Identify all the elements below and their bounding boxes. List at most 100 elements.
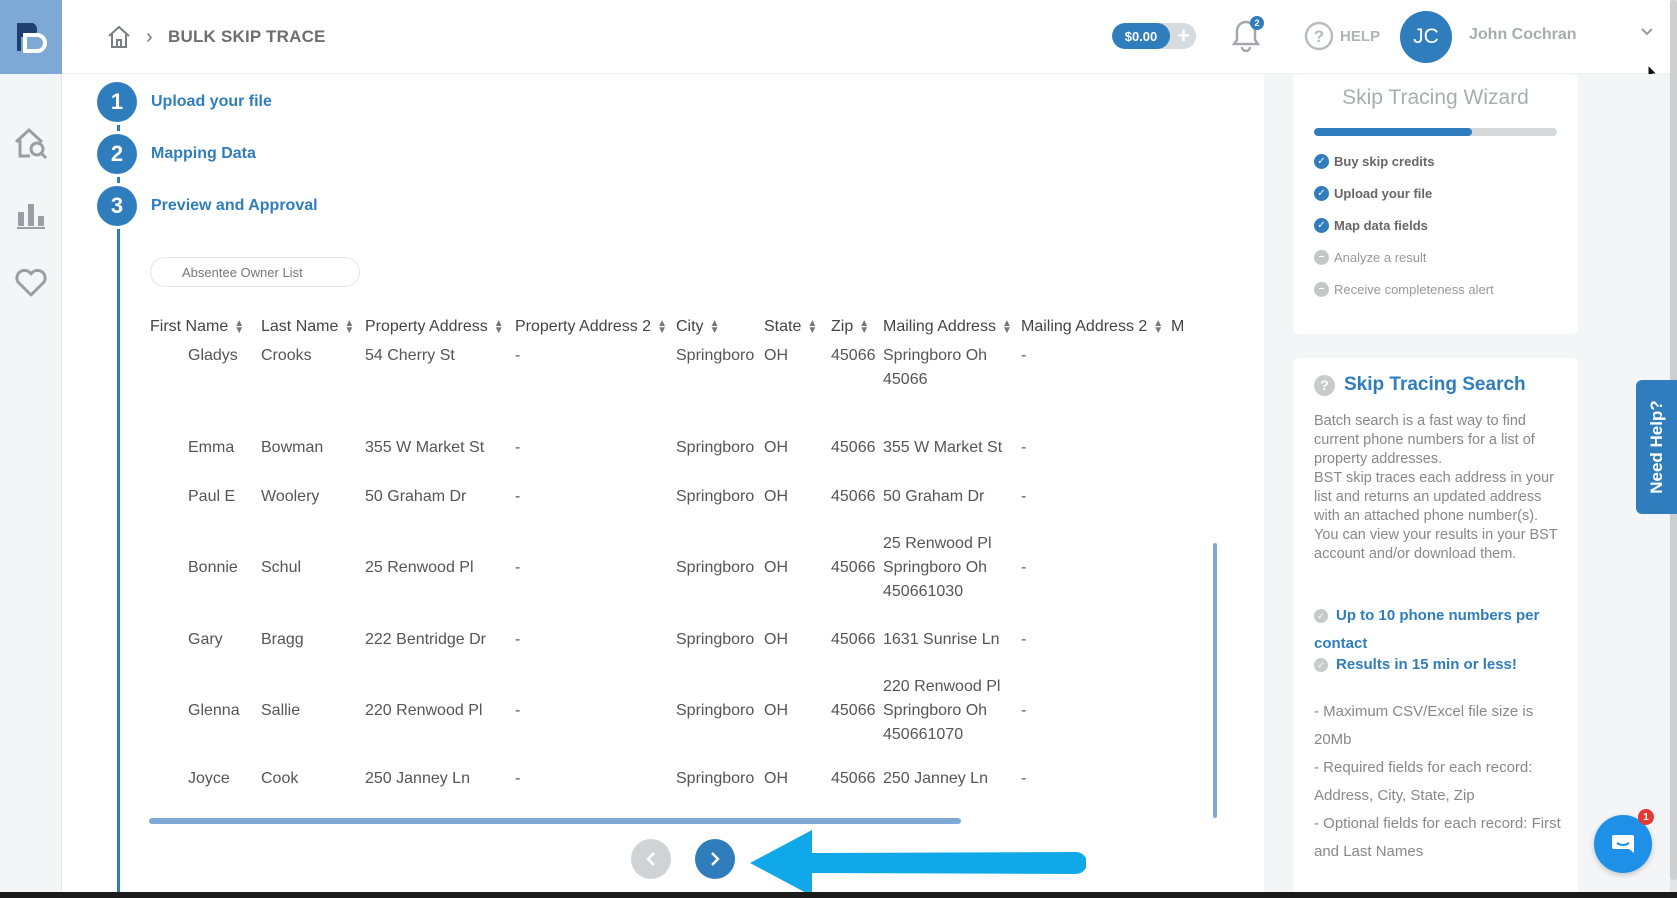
column-header[interactable]: Mailing Address 2 ▲ ▼ (1021, 310, 1171, 344)
cell-line: 250 Janney Ln (883, 770, 988, 787)
feature-label: Results in 15 min or less! (1336, 656, 1517, 673)
column-header-label: State (764, 318, 802, 335)
bar-chart-icon[interactable] (10, 193, 52, 235)
table-cell: Gary (188, 630, 223, 648)
sort-icon[interactable]: ▲ ▼ (657, 318, 667, 335)
sort-icon[interactable]: ▲ ▼ (234, 318, 244, 335)
table-cell (1171, 521, 1218, 615)
table-cell: OH (764, 438, 788, 456)
minus-icon: − (1314, 250, 1329, 265)
left-rail (0, 0, 62, 898)
cell-line: 355 W Market St (883, 438, 1003, 456)
step-upload[interactable]: 1 Upload your file (97, 82, 272, 122)
table-row[interactable]: Glenna Sallie 220 Renwood Pl - Springboro OH 4… (150, 664, 1218, 758)
need-help-tab[interactable]: Need Help? (1636, 380, 1677, 514)
question-icon: ? (1314, 374, 1335, 396)
cell-line: 1631 Sunrise Ln (883, 630, 1000, 648)
table-cell: Springboro Oh 45066 (883, 344, 1021, 423)
previous-button[interactable] (631, 839, 671, 879)
sort-icon[interactable]: ▲ ▼ (859, 318, 869, 335)
table-row[interactable]: Joyce Cook 250 Janney Ln - Springboro OH 45066… (150, 758, 1218, 800)
wizard-progress-fill (1314, 128, 1472, 136)
column-header[interactable]: First Name ▲ ▼ (150, 310, 261, 344)
table-cell (1171, 472, 1218, 521)
preview-table-container[interactable]: First Name ▲ ▼ Last Name ▲ ▼ Property Address ▲… (150, 310, 1218, 818)
cell-line: Springboro Oh (883, 702, 988, 719)
table-cell: Springboro (676, 702, 755, 719)
table-cell: Springboro (676, 770, 755, 787)
step-number: 3 (97, 186, 137, 226)
next-button[interactable] (695, 839, 735, 879)
help-button[interactable]: ? HELP (1304, 20, 1380, 52)
column-header[interactable]: M (1171, 310, 1218, 344)
sort-icon[interactable]: ▲ ▼ (344, 318, 354, 335)
cell-line: 50 Graham Dr (883, 487, 985, 505)
table-row[interactable]: Bonnie Schul 25 Renwood Pl - Springboro OH 450… (150, 521, 1218, 615)
wizard-item: − Analyze a result (1314, 250, 1427, 265)
logo-icon[interactable] (0, 0, 62, 74)
sort-icon[interactable]: ▲ ▼ (494, 318, 504, 335)
chevron-right-icon (711, 852, 720, 866)
wizard-card: Skip Tracing Wizard ✓ Buy skip credits ✓ Up… (1293, 74, 1578, 334)
vertical-scrollbar[interactable] (1213, 543, 1217, 818)
cell-line: 450661030 (883, 583, 964, 600)
chevron-down-icon[interactable] (1640, 24, 1654, 40)
column-header[interactable]: Property Address ▲ ▼ (365, 310, 515, 344)
heart-icon[interactable] (10, 262, 52, 304)
table-cell: 50 Graham Dr (883, 472, 1021, 521)
horizontal-scrollbar[interactable] (149, 818, 961, 824)
balance-button[interactable]: $0.00 + (1112, 23, 1196, 49)
sort-icon[interactable]: ▲ ▼ (807, 318, 817, 335)
column-header[interactable]: City ▲ ▼ (676, 310, 764, 344)
wizard-title: Skip Tracing Wizard (1342, 86, 1529, 109)
svg-text:?: ? (1314, 27, 1324, 46)
sort-icon[interactable]: ▲ ▼ (1002, 318, 1012, 335)
table-cell: Sallie (261, 702, 301, 719)
avatar[interactable]: JC (1400, 11, 1452, 63)
table-cell (1171, 344, 1218, 423)
home-search-icon[interactable] (10, 122, 52, 164)
table-cell: Springboro (676, 438, 755, 456)
feature-label: Up to 10 phone numbers per contact (1314, 607, 1540, 652)
need-help-label: Need Help? (1646, 400, 1666, 494)
check-icon: ✓ (1314, 658, 1328, 673)
table-cell: 54 Cherry St (365, 347, 455, 364)
sort-icon[interactable]: ▲ ▼ (710, 318, 720, 335)
table-row[interactable]: Gary Bragg 222 Bentridge Dr - Springboro OH 45… (150, 615, 1218, 664)
wizard-item-label: Upload your file (1334, 186, 1433, 201)
table-cell: 45066 (831, 559, 876, 576)
pointer-arrow-icon (750, 830, 1086, 896)
chat-badge: 1 (1638, 809, 1654, 825)
description-paragraph: BST skip traces each address in your lis… (1314, 470, 1558, 562)
table-cell: OH (764, 559, 788, 576)
sort-icon[interactable]: ▲ ▼ (1153, 318, 1163, 335)
table-cell: - (1021, 559, 1027, 576)
column-header[interactable]: Zip ▲ ▼ (831, 310, 883, 344)
step-mapping[interactable]: 2 Mapping Data (97, 134, 256, 174)
list-name-input[interactable] (150, 257, 360, 287)
table-cell: Bowman (261, 438, 324, 456)
note-item: - Required fields for each record: Addre… (1314, 759, 1533, 804)
table-cell: 220 Renwood Pl Springboro Oh 450661070 (883, 664, 1021, 758)
table-row[interactable]: Paul E Woolery 50 Graham Dr - Springboro OH 45… (150, 472, 1218, 521)
search-info-card: ? Skip Tracing Search Batch search is a … (1293, 358, 1578, 898)
app: › BULK SKIP TRACE $0.00 + 2 ? HELP JC Jo… (0, 0, 1677, 898)
table-cell: Springboro (676, 630, 755, 648)
column-header[interactable]: Last Name ▲ ▼ (261, 310, 365, 344)
user-name[interactable]: John Cochran (1469, 26, 1577, 44)
table-cell: 355 W Market St (883, 423, 1021, 472)
table-cell: 25 Renwood Pl (365, 559, 474, 576)
table-cell: 45066 (831, 630, 876, 648)
column-header[interactable]: Mailing Address ▲ ▼ (883, 310, 1021, 344)
table-cell: - (515, 487, 521, 505)
home-icon[interactable] (106, 24, 132, 50)
table-cell: Springboro (676, 559, 755, 576)
column-header[interactable]: State ▲ ▼ (764, 310, 831, 344)
table-row[interactable]: Gladys Crooks 54 Cherry St - Springboro OH 450… (150, 344, 1218, 423)
cell-line: 25 Renwood Pl (883, 535, 992, 552)
feature-item: ✓ Results in 15 min or less! (1314, 651, 1564, 679)
table-row[interactable]: Emma Bowman 355 W Market St - Springboro OH 45… (150, 423, 1218, 472)
table-cell (1171, 664, 1218, 758)
step-preview[interactable]: 3 Preview and Approval (97, 186, 318, 226)
column-header[interactable]: Property Address 2 ▲ ▼ (515, 310, 676, 344)
